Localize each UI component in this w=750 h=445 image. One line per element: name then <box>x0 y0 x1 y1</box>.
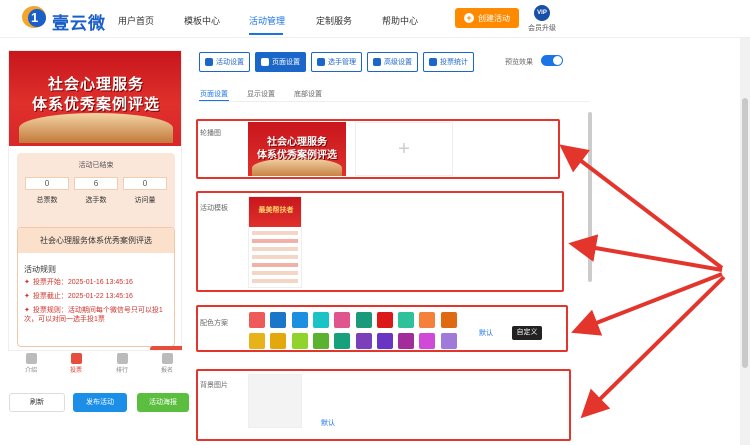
arrow-to-carousel <box>559 144 724 270</box>
annotation-arrows <box>559 144 726 419</box>
arrow-to-background <box>580 275 726 419</box>
arrow-to-template <box>568 234 723 272</box>
